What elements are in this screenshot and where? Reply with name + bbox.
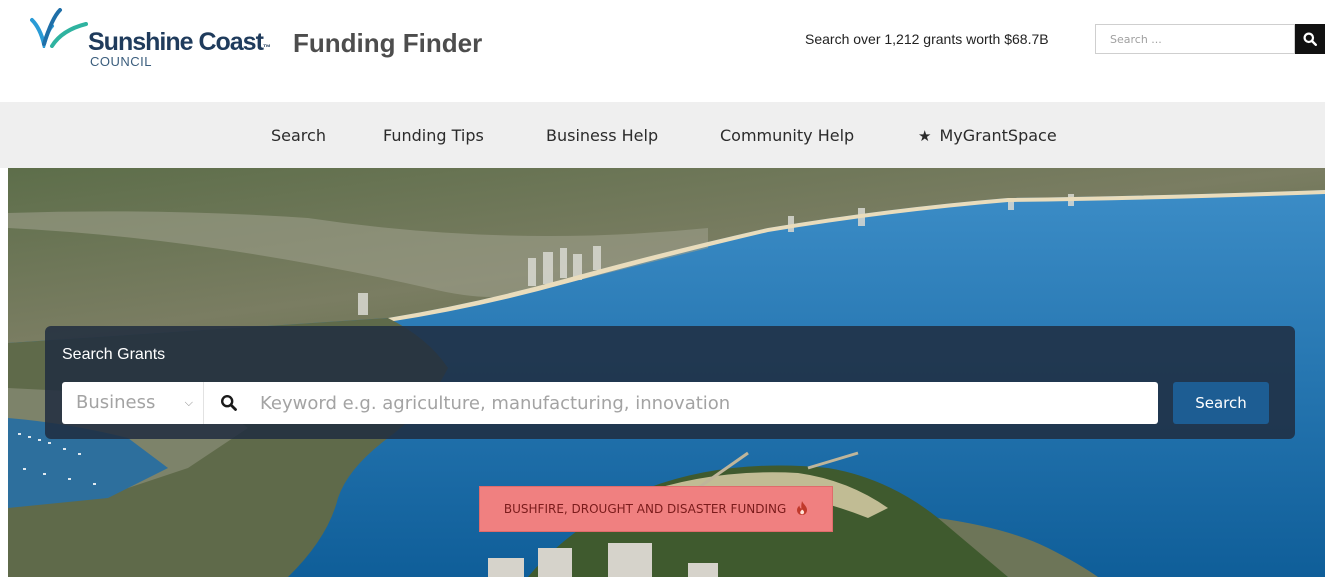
header-search-button[interactable] [1295, 24, 1325, 54]
disaster-funding-button[interactable]: BUSHFIRE, DROUGHT AND DISASTER FUNDING [479, 486, 833, 532]
sunshine-coast-logo-icon [30, 8, 88, 48]
star-icon: ★ [918, 127, 932, 145]
logo-subtitle: COUNCIL [90, 54, 153, 69]
grant-stats-text: Search over 1,212 grants worth $68.7B [805, 31, 1049, 47]
main-nav: Search Funding Tips Business Help Commun… [0, 102, 1325, 168]
chevron-down-icon: ⌵ [184, 396, 193, 409]
logo-wordmark: Sunshine Coast™ [88, 28, 271, 56]
nav-item-label: MyGrantSpace [939, 126, 1057, 145]
search-button[interactable]: Search [1173, 382, 1269, 424]
grant-search-panel: Search Grants Business ⌵ Search [45, 326, 1295, 439]
grant-type-selected: Business [76, 392, 156, 413]
site-header: Sunshine Coast™ COUNCIL Funding Finder S… [0, 0, 1325, 102]
nav-item-funding-tips[interactable]: Funding Tips [383, 126, 484, 145]
council-logo[interactable]: Sunshine Coast™ COUNCIL [30, 8, 271, 70]
disaster-funding-label: BUSHFIRE, DROUGHT AND DISASTER FUNDING [503, 502, 787, 516]
nav-item-community-help[interactable]: Community Help [720, 126, 854, 145]
search-icon [1303, 32, 1317, 46]
nav-item-search[interactable]: Search [271, 126, 326, 145]
search-icon [220, 394, 237, 411]
keyword-field[interactable] [204, 382, 1158, 424]
header-search-input[interactable] [1095, 24, 1295, 54]
nav-item-business-help[interactable]: Business Help [546, 126, 658, 145]
site-title[interactable]: Funding Finder [293, 28, 482, 59]
panel-title: Search Grants [62, 346, 166, 363]
keyword-input[interactable] [260, 382, 1140, 424]
flame-icon [797, 501, 808, 515]
nav-item-mygrantspace[interactable]: ★ MyGrantSpace [918, 126, 1057, 145]
grant-type-select[interactable]: Business ⌵ [62, 382, 204, 424]
